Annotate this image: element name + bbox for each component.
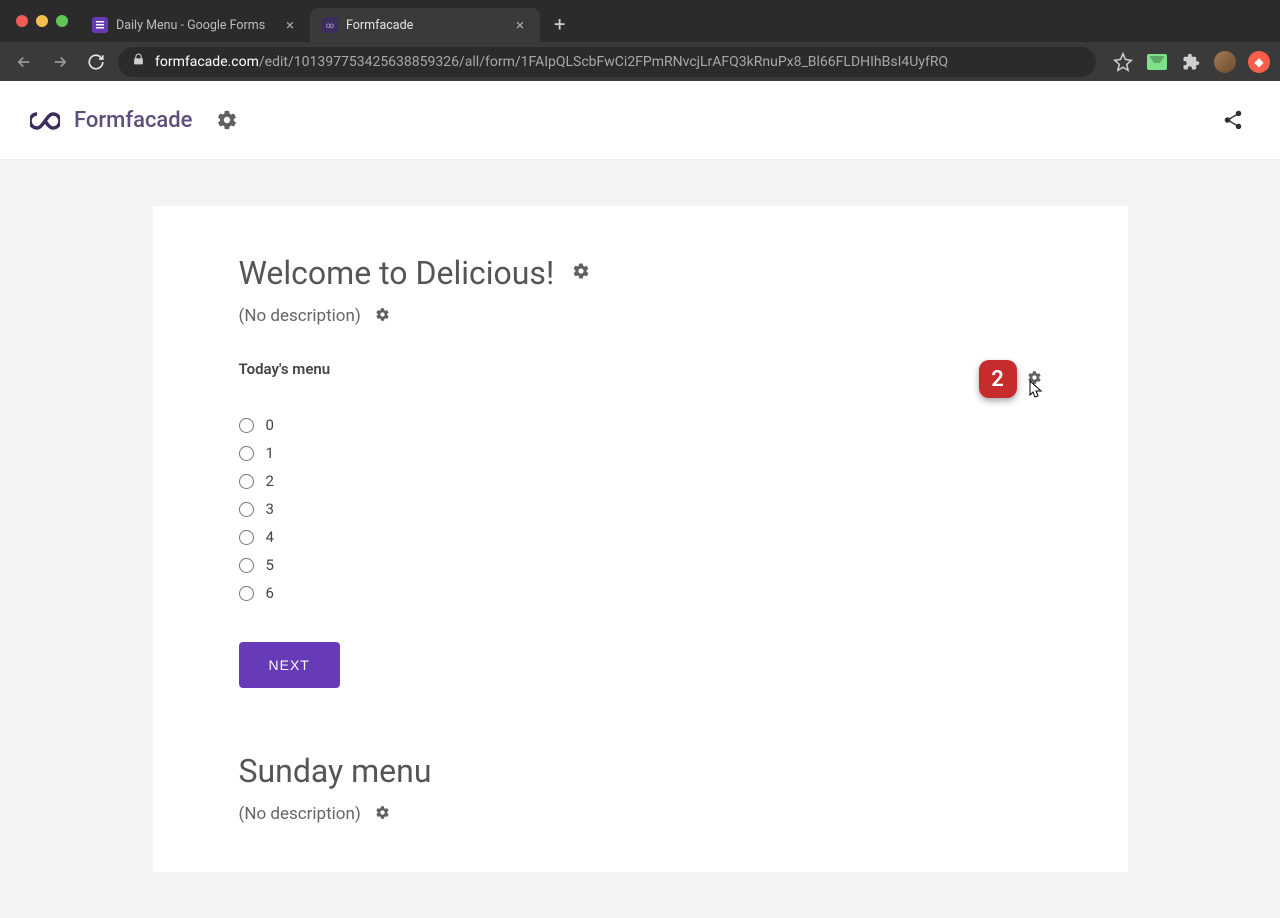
url-path: /edit/101397753425638859326/all/form/1FA… <box>259 54 948 70</box>
cursor-icon <box>1029 380 1045 400</box>
url-text: formfacade.com/edit/10139775342563885932… <box>155 54 948 70</box>
share-button[interactable] <box>1216 103 1250 137</box>
options-list: 0 1 2 3 4 5 6 <box>239 416 1042 602</box>
option-1[interactable]: 1 <box>239 444 1042 462</box>
option-label: 0 <box>266 416 274 434</box>
option-label: 4 <box>266 528 274 546</box>
option-label: 1 <box>266 444 274 462</box>
extension-badge-icon[interactable]: ◆ <box>1248 51 1270 73</box>
app-header: Formfacade <box>0 81 1280 160</box>
brand-name: Formfacade <box>74 108 192 133</box>
toolbar: formfacade.com/edit/10139775342563885932… <box>0 42 1280 81</box>
forward-button[interactable] <box>46 48 74 76</box>
new-tab-button[interactable]: + <box>540 12 579 36</box>
toolbar-actions: ◆ <box>1104 51 1270 73</box>
option-4[interactable]: 4 <box>239 528 1042 546</box>
option-5[interactable]: 5 <box>239 556 1042 574</box>
section-sunday-menu: Sunday menu (No description) <box>239 752 1042 824</box>
maximize-window-button[interactable] <box>56 15 68 27</box>
close-tab-icon[interactable]: × <box>512 16 528 34</box>
radio-input[interactable] <box>239 586 254 601</box>
window-controls <box>10 15 80 27</box>
bookmark-icon[interactable] <box>1112 51 1134 73</box>
tab-title: Daily Menu - Google Forms <box>116 18 274 33</box>
back-button[interactable] <box>10 48 38 76</box>
option-0[interactable]: 0 <box>239 416 1042 434</box>
option-3[interactable]: 3 <box>239 500 1042 518</box>
radio-input[interactable] <box>239 530 254 545</box>
mail-extension-icon[interactable] <box>1146 51 1168 73</box>
form-description: (No description) <box>239 306 361 326</box>
reload-button[interactable] <box>82 48 110 76</box>
radio-input[interactable] <box>239 502 254 517</box>
formfacade-icon: ∞ <box>322 17 338 33</box>
section-title: Sunday menu <box>239 752 1042 790</box>
brand[interactable]: Formfacade <box>30 108 192 133</box>
tab-title: Formfacade <box>346 18 504 33</box>
address-bar[interactable]: formfacade.com/edit/10139775342563885932… <box>118 47 1096 77</box>
url-host: formfacade.com <box>155 54 259 70</box>
annotation-badge: 2 <box>979 360 1017 398</box>
close-tab-icon[interactable]: × <box>282 16 298 34</box>
option-label: 6 <box>266 584 274 602</box>
form-card: Welcome to Delicious! (No description) T… <box>153 206 1128 872</box>
extensions-icon[interactable] <box>1180 51 1202 73</box>
settings-button[interactable] <box>210 103 244 137</box>
tab-daily-menu[interactable]: Daily Menu - Google Forms × <box>80 8 310 42</box>
brand-logo-icon <box>30 111 60 129</box>
minimize-window-button[interactable] <box>36 15 48 27</box>
option-label: 5 <box>266 556 274 574</box>
lock-icon <box>132 53 145 70</box>
option-label: 2 <box>266 472 274 490</box>
option-2[interactable]: 2 <box>239 472 1042 490</box>
form-canvas: Welcome to Delicious! (No description) T… <box>0 160 1280 918</box>
browser-chrome: Daily Menu - Google Forms × ∞ Formfacade… <box>0 0 1280 81</box>
option-label: 3 <box>266 500 274 518</box>
profile-avatar[interactable] <box>1214 51 1236 73</box>
next-button[interactable]: NEXT <box>239 642 340 688</box>
description-settings-icon[interactable] <box>375 307 390 326</box>
radio-input[interactable] <box>239 558 254 573</box>
radio-input[interactable] <box>239 418 254 433</box>
question-todays-menu: Today's menu 2 0 1 2 3 4 5 6 NEXT <box>239 360 1042 688</box>
question-settings-icon[interactable] <box>1027 370 1042 389</box>
google-forms-icon <box>92 17 108 33</box>
tab-bar: Daily Menu - Google Forms × ∞ Formfacade… <box>0 0 1280 42</box>
section-description: (No description) <box>239 804 361 824</box>
section-description-settings-icon[interactable] <box>375 805 390 824</box>
question-label: Today's menu <box>239 360 331 378</box>
form-title: Welcome to Delicious! <box>239 254 555 292</box>
radio-input[interactable] <box>239 446 254 461</box>
title-settings-icon[interactable] <box>572 262 590 284</box>
tab-formfacade[interactable]: ∞ Formfacade × <box>310 8 540 42</box>
radio-input[interactable] <box>239 474 254 489</box>
option-6[interactable]: 6 <box>239 584 1042 602</box>
close-window-button[interactable] <box>16 15 28 27</box>
